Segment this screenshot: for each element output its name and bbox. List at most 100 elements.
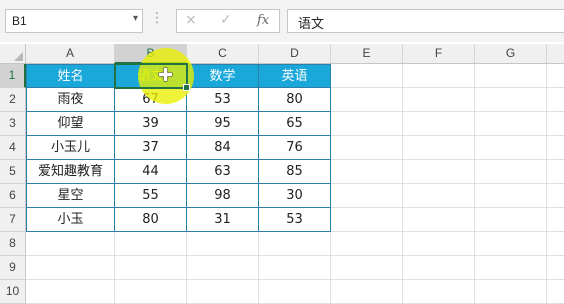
table-cell[interactable]: 95 bbox=[187, 112, 259, 136]
enter-icon[interactable]: ✓ bbox=[220, 12, 232, 28]
empty-cell[interactable] bbox=[331, 232, 403, 256]
row-header-9[interactable]: 9 bbox=[0, 256, 26, 280]
table-cell[interactable]: 星空 bbox=[26, 184, 115, 208]
empty-cell[interactable] bbox=[403, 256, 475, 280]
empty-cell[interactable] bbox=[547, 112, 564, 136]
empty-cell[interactable] bbox=[331, 160, 403, 184]
table-cell[interactable]: 雨夜 bbox=[26, 88, 115, 112]
table-cell[interactable]: 80 bbox=[115, 208, 187, 232]
table-header-math[interactable]: 数学 bbox=[187, 64, 259, 88]
empty-cell[interactable] bbox=[475, 88, 547, 112]
cancel-icon[interactable]: × bbox=[185, 12, 197, 28]
table-cell[interactable]: 55 bbox=[115, 184, 187, 208]
empty-cell[interactable] bbox=[331, 256, 403, 280]
empty-cell[interactable] bbox=[475, 160, 547, 184]
row-header-4[interactable]: 4 bbox=[0, 136, 26, 160]
table-cell[interactable]: 爱知趣教育 bbox=[26, 160, 115, 184]
empty-cell[interactable] bbox=[547, 136, 564, 160]
empty-cell[interactable] bbox=[475, 208, 547, 232]
empty-cell[interactable] bbox=[547, 280, 564, 304]
empty-cell[interactable] bbox=[403, 160, 475, 184]
empty-cell[interactable] bbox=[547, 232, 564, 256]
table-cell[interactable]: 80 bbox=[259, 88, 331, 112]
empty-cell[interactable] bbox=[547, 88, 564, 112]
empty-cell[interactable] bbox=[403, 232, 475, 256]
empty-cell[interactable] bbox=[475, 136, 547, 160]
table-cell[interactable]: 37 bbox=[115, 136, 187, 160]
empty-cell[interactable] bbox=[115, 280, 187, 304]
table-cell[interactable]: 小玉儿 bbox=[26, 136, 115, 160]
empty-cell[interactable] bbox=[26, 280, 115, 304]
formula-input[interactable]: 语文 bbox=[287, 9, 564, 33]
empty-cell[interactable] bbox=[26, 232, 115, 256]
table-cell[interactable]: 44 bbox=[115, 160, 187, 184]
table-cell[interactable]: 仰望 bbox=[26, 112, 115, 136]
row-header-6[interactable]: 6 bbox=[0, 184, 26, 208]
column-header-e[interactable]: E bbox=[331, 44, 403, 64]
row-header-3[interactable]: 3 bbox=[0, 112, 26, 136]
empty-cell[interactable] bbox=[115, 256, 187, 280]
table-cell[interactable]: 98 bbox=[187, 184, 259, 208]
table-cell[interactable]: 53 bbox=[259, 208, 331, 232]
empty-cell[interactable] bbox=[475, 232, 547, 256]
empty-cell[interactable] bbox=[403, 88, 475, 112]
empty-cell[interactable] bbox=[26, 256, 115, 280]
row-header-5[interactable]: 5 bbox=[0, 160, 26, 184]
empty-cell[interactable] bbox=[331, 88, 403, 112]
table-cell[interactable]: 63 bbox=[187, 160, 259, 184]
empty-cell[interactable] bbox=[259, 280, 331, 304]
column-header-g[interactable]: G bbox=[475, 44, 547, 64]
chevron-down-icon[interactable]: ▾ bbox=[133, 13, 138, 24]
row-header-2[interactable]: 2 bbox=[0, 88, 26, 112]
empty-cell[interactable] bbox=[331, 112, 403, 136]
empty-cell[interactable] bbox=[331, 208, 403, 232]
empty-cell[interactable] bbox=[259, 256, 331, 280]
empty-cell[interactable] bbox=[547, 160, 564, 184]
empty-cell[interactable] bbox=[331, 280, 403, 304]
empty-cell[interactable] bbox=[403, 280, 475, 304]
row-header-7[interactable]: 7 bbox=[0, 208, 26, 232]
empty-cell[interactable] bbox=[187, 256, 259, 280]
empty-cell[interactable] bbox=[403, 184, 475, 208]
empty-cell[interactable] bbox=[547, 64, 564, 88]
table-header-name[interactable]: 姓名 bbox=[26, 64, 115, 88]
empty-cell[interactable] bbox=[547, 256, 564, 280]
empty-cell[interactable] bbox=[547, 184, 564, 208]
empty-cell[interactable] bbox=[403, 112, 475, 136]
column-header-c[interactable]: C bbox=[187, 44, 259, 64]
column-header-d[interactable]: D bbox=[259, 44, 331, 64]
table-cell[interactable]: 65 bbox=[259, 112, 331, 136]
column-header-f[interactable]: F bbox=[403, 44, 475, 64]
column-header-a[interactable]: A bbox=[26, 44, 115, 64]
empty-cell[interactable] bbox=[475, 280, 547, 304]
select-all-button[interactable] bbox=[0, 44, 26, 64]
empty-cell[interactable] bbox=[475, 256, 547, 280]
insert-function-icon[interactable]: fx bbox=[257, 13, 269, 28]
column-header-h[interactable] bbox=[547, 44, 564, 64]
empty-cell[interactable] bbox=[331, 184, 403, 208]
table-cell[interactable]: 85 bbox=[259, 160, 331, 184]
empty-cell[interactable] bbox=[403, 64, 475, 88]
empty-cell[interactable] bbox=[475, 64, 547, 88]
table-cell[interactable]: 84 bbox=[187, 136, 259, 160]
empty-cell[interactable] bbox=[259, 232, 331, 256]
name-box[interactable]: B1 ▾ bbox=[5, 9, 143, 33]
empty-cell[interactable] bbox=[475, 184, 547, 208]
empty-cell[interactable] bbox=[187, 232, 259, 256]
empty-cell[interactable] bbox=[331, 64, 403, 88]
row-header-8[interactable]: 8 bbox=[0, 232, 26, 256]
table-cell[interactable]: 39 bbox=[115, 112, 187, 136]
empty-cell[interactable] bbox=[475, 112, 547, 136]
drag-handle-icon[interactable]: ⋮ bbox=[150, 10, 164, 26]
row-header-1[interactable]: 1 bbox=[0, 64, 26, 88]
table-cell[interactable]: 31 bbox=[187, 208, 259, 232]
empty-cell[interactable] bbox=[115, 232, 187, 256]
table-cell[interactable]: 30 bbox=[259, 184, 331, 208]
empty-cell[interactable] bbox=[331, 136, 403, 160]
empty-cell[interactable] bbox=[547, 208, 564, 232]
table-cell[interactable]: 76 bbox=[259, 136, 331, 160]
empty-cell[interactable] bbox=[187, 280, 259, 304]
table-header-english[interactable]: 英语 bbox=[259, 64, 331, 88]
table-cell[interactable]: 53 bbox=[187, 88, 259, 112]
empty-cell[interactable] bbox=[403, 208, 475, 232]
